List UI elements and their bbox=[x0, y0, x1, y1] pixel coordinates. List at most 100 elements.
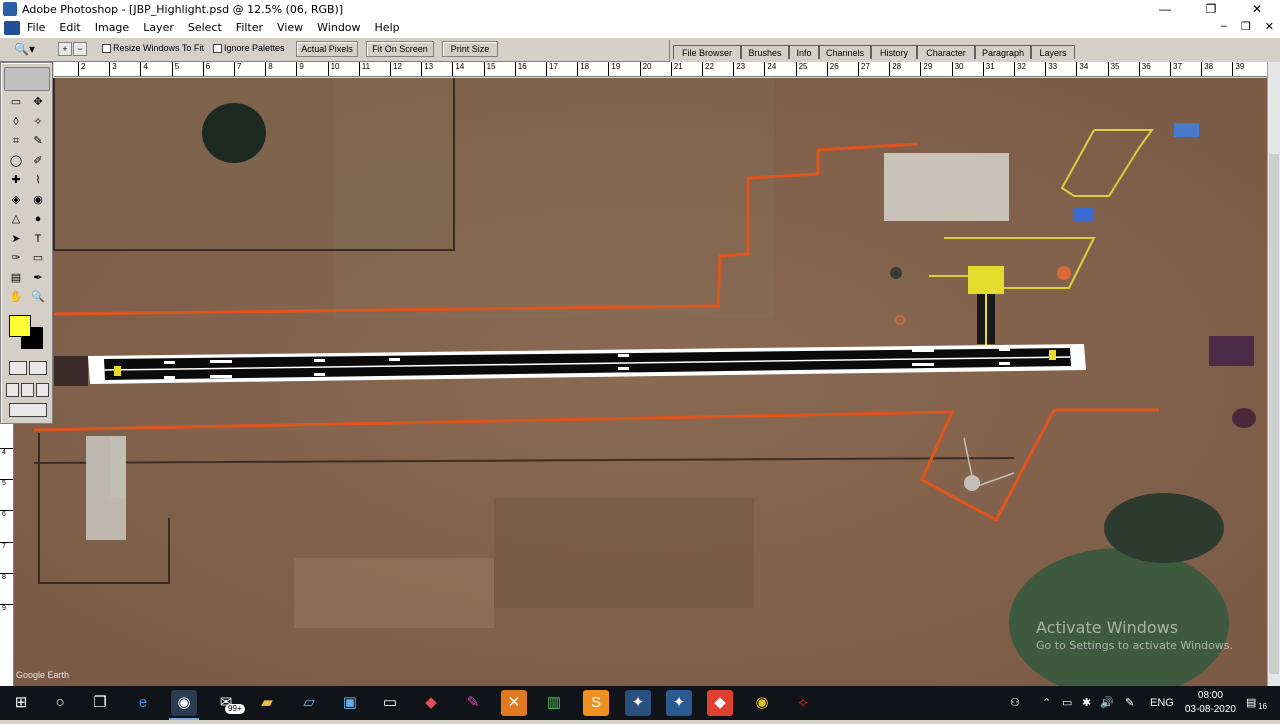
dodge-tool-icon[interactable]: ● bbox=[28, 210, 48, 228]
hand-tool-icon[interactable]: ✋ bbox=[6, 288, 26, 306]
task-view-icon[interactable]: ❐ bbox=[87, 690, 113, 716]
menu-file[interactable]: File bbox=[20, 21, 52, 34]
menu-layer[interactable]: Layer bbox=[136, 21, 181, 34]
menu-select[interactable]: Select bbox=[181, 21, 229, 34]
tab-brushes[interactable]: Brushes bbox=[741, 45, 789, 59]
screen-mode-full-menu-button[interactable] bbox=[21, 383, 34, 397]
brush-tool-icon[interactable]: ✐ bbox=[28, 152, 48, 170]
window-controls: — ❐ ✕ bbox=[1142, 0, 1280, 18]
menu-image[interactable]: Image bbox=[88, 21, 136, 34]
bucket-tool-icon[interactable]: ◉ bbox=[28, 191, 48, 209]
xampp-icon[interactable]: ✕ bbox=[501, 690, 527, 716]
system-clock[interactable]: 08:00 03-08-2020 bbox=[1185, 689, 1236, 717]
chrome-icon[interactable]: ◉ bbox=[749, 690, 775, 716]
maximize-button[interactable]: ❐ bbox=[1188, 0, 1234, 18]
terminal-icon[interactable]: ▭ bbox=[377, 690, 403, 716]
close-button[interactable]: ✕ bbox=[1234, 0, 1280, 18]
tab-channels[interactable]: Channels bbox=[819, 45, 871, 59]
ignore-palettes-checkbox[interactable]: Ignore Palettes bbox=[213, 43, 285, 53]
menu-window[interactable]: Window bbox=[310, 21, 367, 34]
history-brush-tool-icon[interactable]: ⌇ bbox=[28, 171, 48, 189]
screen-mode-full-button[interactable] bbox=[36, 383, 49, 397]
google-earth-attribution: Google Earth bbox=[16, 670, 70, 680]
doc-minimize-button[interactable]: – bbox=[1221, 20, 1227, 33]
app-blue-icon[interactable]: ✦ bbox=[625, 690, 651, 716]
file-explorer-icon[interactable]: ▰ bbox=[254, 690, 280, 716]
magic-wand-tool-icon[interactable]: ✧ bbox=[28, 113, 48, 131]
volume-icon[interactable]: 🔊 bbox=[1100, 686, 1114, 720]
zoom-tool-icon[interactable]: 🔍 bbox=[28, 288, 48, 306]
app-menu-icon[interactable] bbox=[4, 20, 20, 35]
anydesk-icon[interactable]: ◆ bbox=[707, 690, 733, 716]
fit-on-screen-button[interactable]: Fit On Screen bbox=[366, 41, 434, 57]
notepad-icon[interactable]: ▱ bbox=[296, 690, 322, 716]
tray-chevron-icon[interactable]: ⌃ bbox=[1042, 686, 1051, 720]
pen-icon[interactable]: ✎ bbox=[1125, 686, 1134, 720]
move-tool-icon[interactable]: ✥ bbox=[28, 93, 48, 111]
app-blue-2-icon[interactable]: ✦ bbox=[666, 690, 692, 716]
type-tool-icon[interactable]: T bbox=[28, 230, 48, 248]
menu-view[interactable]: View bbox=[270, 21, 310, 34]
tab-file-browser[interactable]: File Browser bbox=[673, 45, 741, 59]
notes-tool-icon[interactable]: ▤ bbox=[6, 269, 26, 287]
acrobat-icon[interactable]: ⟡ bbox=[790, 690, 816, 716]
actual-pixels-button[interactable]: Actual Pixels bbox=[296, 41, 358, 57]
crop-tool-icon[interactable]: ⌗ bbox=[6, 132, 26, 150]
shape-tool-icon[interactable]: ▭ bbox=[28, 249, 48, 267]
eyedropper-tool-icon[interactable]: ✒ bbox=[28, 269, 48, 287]
horizontal-ruler: 2 3 4 5 6 7 8 9 10 11 12 13 14 15 16 17 18 19 20 21 22 23 24 25… bbox=[54, 62, 1267, 77]
foreground-color-swatch[interactable] bbox=[9, 315, 31, 337]
doc-close-button[interactable]: ✕ bbox=[1265, 20, 1274, 33]
bluetooth-icon[interactable]: ✱ bbox=[1082, 686, 1091, 720]
menu-help[interactable]: Help bbox=[368, 21, 407, 34]
display-icon[interactable]: ▣ bbox=[337, 690, 363, 716]
eraser-tool-icon[interactable]: ◈ bbox=[6, 191, 26, 209]
chart-app-icon[interactable]: ▥ bbox=[541, 690, 567, 716]
tab-layers[interactable]: Layers bbox=[1031, 45, 1075, 59]
sublime-text-icon[interactable]: S bbox=[583, 690, 609, 716]
minimize-button[interactable]: — bbox=[1142, 0, 1188, 18]
menu-edit[interactable]: Edit bbox=[52, 21, 87, 34]
tab-character[interactable]: Character bbox=[917, 45, 975, 59]
checkbox-box[interactable] bbox=[102, 43, 111, 53]
slice-tool-icon[interactable]: ✎ bbox=[28, 132, 48, 150]
network-icon[interactable]: ▭ bbox=[1062, 686, 1072, 720]
pen-tool-icon[interactable]: ✑ bbox=[6, 249, 26, 267]
people-icon[interactable]: ⚇ bbox=[1010, 686, 1020, 720]
start-windows-icon[interactable]: ⊞ bbox=[8, 690, 34, 716]
blur-tool-icon[interactable]: △ bbox=[6, 210, 26, 228]
tab-paragraph[interactable]: Paragraph bbox=[975, 45, 1031, 59]
app-red-icon[interactable]: ◆ bbox=[418, 690, 444, 716]
checkbox-box[interactable] bbox=[213, 43, 222, 53]
menu-filter[interactable]: Filter bbox=[229, 21, 270, 34]
screen-mode-standard-button[interactable] bbox=[6, 383, 19, 397]
stamp-tool-icon[interactable]: ✚ bbox=[6, 171, 26, 189]
language-indicator[interactable]: ENG bbox=[1150, 686, 1174, 720]
resize-windows-checkbox[interactable]: Resize Windows To Fit bbox=[102, 43, 204, 53]
standard-mode-button[interactable] bbox=[9, 361, 27, 375]
action-center-icon[interactable]: ▤ bbox=[1246, 686, 1256, 720]
ruler-tick: 3 bbox=[109, 62, 117, 76]
quick-mask-button[interactable] bbox=[29, 361, 47, 375]
tab-history[interactable]: History bbox=[871, 45, 917, 59]
document-canvas[interactable] bbox=[14, 78, 1267, 686]
photoshop-taskbar-icon[interactable]: ◉ bbox=[171, 690, 197, 716]
zoom-out-button[interactable]: − bbox=[73, 42, 87, 56]
jump-to-imageready-button[interactable] bbox=[9, 403, 47, 417]
healing-tool-icon[interactable]: ◯ bbox=[6, 152, 26, 170]
vertical-scrollbar[interactable] bbox=[1267, 62, 1280, 686]
zoom-tool-icon[interactable]: 🔍▾ bbox=[14, 42, 46, 58]
lasso-tool-icon[interactable]: ◊ bbox=[6, 113, 26, 131]
search-circle-icon[interactable]: ○ bbox=[47, 690, 73, 716]
ruler-tick: 7 bbox=[0, 541, 13, 550]
tab-info[interactable]: Info bbox=[789, 45, 819, 59]
marquee-tool-icon[interactable]: ▭ bbox=[6, 93, 26, 111]
path-select-tool-icon[interactable]: ➤ bbox=[6, 230, 26, 248]
print-size-button[interactable]: Print Size bbox=[442, 41, 498, 57]
paint-brush-icon[interactable]: ✎ bbox=[460, 690, 486, 716]
scrollbar-thumb[interactable] bbox=[1269, 154, 1279, 674]
edge-browser-icon[interactable]: e bbox=[130, 690, 156, 716]
adobe-eye-icon[interactable] bbox=[4, 67, 50, 91]
doc-restore-button[interactable]: ❐ bbox=[1241, 20, 1251, 33]
zoom-in-button[interactable]: + bbox=[58, 42, 72, 56]
